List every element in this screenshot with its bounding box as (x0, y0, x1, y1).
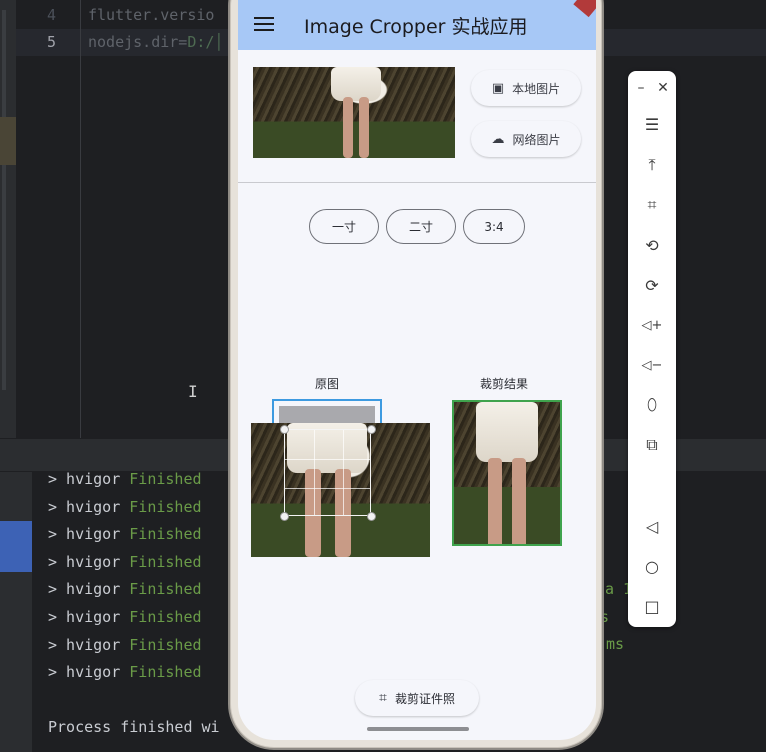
crop-handle-bottom-right[interactable] (367, 512, 376, 521)
console-log-line: > hvigor Finished (48, 663, 202, 681)
back-icon[interactable]: ◁ (636, 511, 668, 541)
hamburger-menu-icon[interactable] (254, 13, 274, 37)
local-image-button[interactable]: ▣ 本地图片 (471, 70, 581, 106)
crop-handle-top-left[interactable] (280, 425, 289, 434)
rotate-device-icon[interactable]: ⬯ (636, 390, 668, 420)
section-divider (238, 182, 596, 183)
rotate-right-icon[interactable]: ⟳ (636, 270, 668, 300)
console-log-line: > hvigor Finished (48, 498, 202, 516)
console-log-line: > hvigor Finished (48, 608, 202, 626)
close-icon[interactable]: ✕ (654, 77, 672, 99)
crop-id-photo-button[interactable]: ⌗ 裁剪证件照 (355, 680, 479, 716)
selected-tool-button[interactable] (0, 521, 32, 572)
log-prefix: > hvigor (48, 497, 130, 516)
line-number: 5 (46, 33, 56, 51)
log-prefix: > hvigor (48, 525, 130, 544)
line-number: 4 (46, 6, 56, 24)
original-label: 原图 (315, 377, 340, 391)
code-key: nodejs.dir= (88, 33, 188, 51)
crop-selection[interactable] (284, 429, 371, 516)
source-image (253, 67, 455, 158)
log-prefix: > hvigor (48, 608, 130, 626)
home-icon[interactable]: ○ (636, 551, 668, 581)
log-prefix: > hvigor (48, 663, 130, 682)
crop-result-image (452, 400, 562, 546)
text-cursor-icon: I (188, 382, 198, 401)
log-status: Finished (129, 635, 202, 654)
code-key: flutter.versio (88, 6, 215, 24)
crop-handle-bottom-left[interactable] (280, 512, 289, 521)
code-line[interactable]: flutter.versio (88, 6, 214, 24)
log-prefix: > hvigor (48, 552, 130, 571)
image-icon: ▣ (491, 80, 505, 96)
log-prefix: > hvigor (48, 470, 130, 488)
ratio-1inch-button[interactable]: 一寸 (309, 209, 379, 244)
crop-handle-top-right[interactable] (367, 425, 376, 434)
volume-up-icon[interactable]: ◁+ (636, 310, 668, 340)
screenshot-icon[interactable]: ⧉ (636, 430, 668, 460)
result-label: 裁剪结果 (480, 377, 529, 391)
minimize-icon[interactable]: – (632, 77, 650, 99)
crop-icon[interactable]: ⌗ (636, 190, 668, 220)
menu-icon[interactable]: ☰ (636, 109, 668, 139)
ratio-2inch-button[interactable]: 二寸 (386, 209, 456, 244)
console-log-line: > hvigor Finished (48, 580, 202, 598)
log-status: Finished (129, 525, 202, 544)
console-log-line: > hvigor Finished (48, 470, 202, 488)
network-image-button[interactable]: ☁ 网络图片 (471, 121, 581, 157)
gutter-separator (80, 0, 81, 438)
network-image-label: 网络图片 (512, 132, 561, 147)
phone-screen: Image Cropper 实战应用 ▣ 本地图片 ☁ 网络图片 一寸 二寸 3… (238, 0, 596, 740)
process-finished-line: Process finished wi (48, 718, 220, 736)
cloud-download-icon: ☁ (491, 131, 505, 147)
volume-down-icon[interactable]: ◁− (636, 350, 668, 380)
overview-icon[interactable]: □ (636, 591, 668, 621)
gutter-highlight (0, 117, 16, 165)
code-value: D:/│ (187, 33, 224, 51)
console-log-line: > hvigor Finished (48, 636, 202, 654)
debug-banner (573, 0, 596, 18)
gesture-home-bar[interactable] (367, 727, 469, 731)
left-scrollbar[interactable] (2, 10, 6, 390)
console-tool-strip (0, 472, 32, 752)
crop-icon: ⌗ (379, 690, 387, 706)
ratio-3-4-button[interactable]: 3:4 (463, 209, 525, 244)
code-line[interactable]: nodejs.dir=D:/│ (88, 33, 223, 51)
upload-icon[interactable]: ⤒ (636, 150, 668, 180)
app-bar: Image Cropper 实战应用 (238, 0, 596, 50)
local-image-label: 本地图片 (512, 81, 561, 96)
console-log-line: > hvigor Finished (48, 525, 202, 543)
log-prefix: > hvigor (48, 635, 130, 654)
rotate-left-icon[interactable]: ⟲ (636, 230, 668, 260)
left-gutter (0, 0, 16, 440)
log-status: Finished (129, 552, 202, 571)
crop-id-photo-label: 裁剪证件照 (394, 691, 455, 706)
log-status: Finished (129, 497, 202, 516)
log-status: Finished (129, 470, 202, 488)
console-log-line: > hvigor Finished (48, 553, 202, 571)
log-status: Finished (129, 608, 202, 626)
log-status: Finished (129, 580, 202, 599)
crop-dialog-frame (272, 399, 382, 425)
emulator-toolbar: – ✕ ☰ ⤒ ⌗ ⟲ ⟳ ◁+ ◁− ⬯ ⧉ ◁ ○ □ (628, 71, 676, 627)
app-title: Image Cropper 实战应用 (304, 16, 528, 38)
log-prefix: > hvigor (48, 580, 130, 599)
log-tail: ms (606, 635, 625, 653)
log-status: Finished (129, 663, 202, 682)
